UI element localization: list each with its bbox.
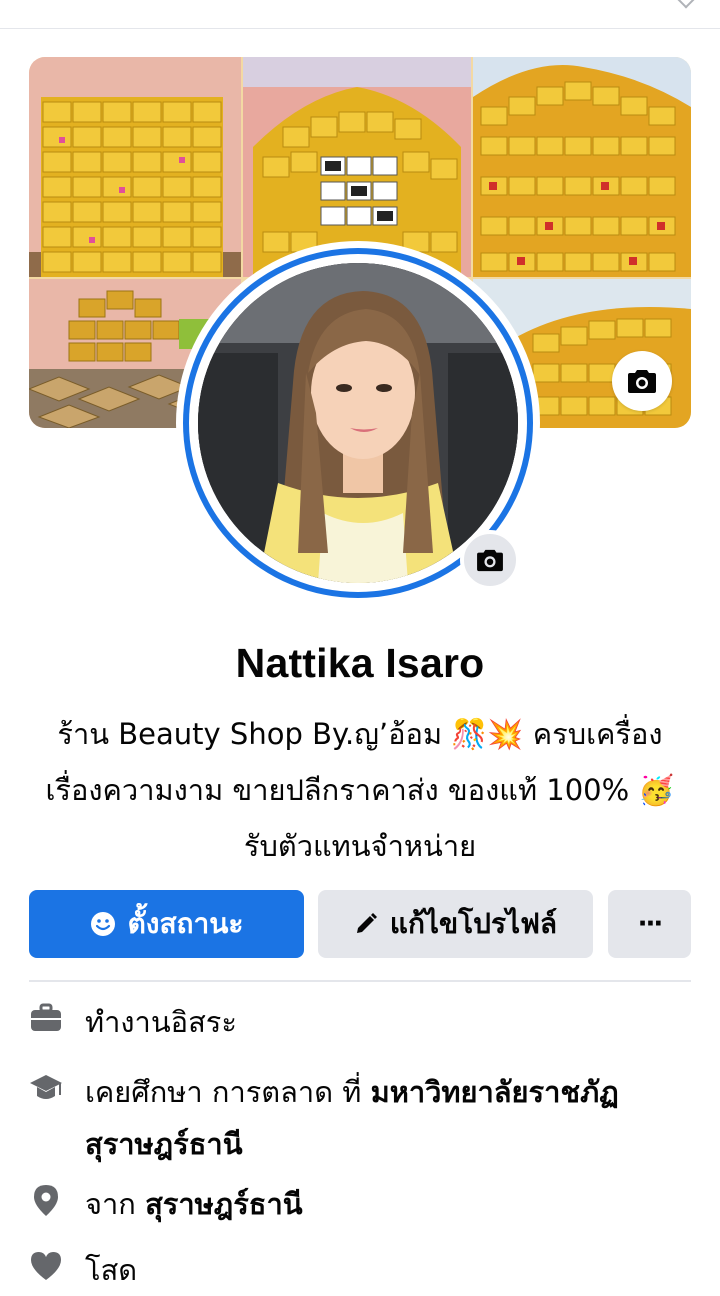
relationship-detail: โสด (29, 1244, 691, 1296)
education-prefix: เคยศึกษา การตลาด ที่ (85, 1075, 371, 1109)
map-pin-icon (34, 1185, 58, 1216)
hometown-link[interactable]: สุราษฎร์ธานี (145, 1187, 303, 1221)
pencil-icon (356, 913, 377, 933)
heart-icon (31, 1252, 61, 1280)
education-detail: เคยศึกษา การตลาด ที่ มหาวิทยาลัยราชภัฏ ส… (29, 1066, 691, 1170)
profile-name: Nattika Isaro (235, 640, 485, 686)
bio-line: เรื่องความงาม ขายปลีกราคาส่ง ของแท้ 100%… (45, 773, 675, 807)
bio-line: ร้าน Beauty Shop By.ญ’อ้อม 🎊💥 ครบเครื่อง (57, 717, 663, 751)
work-text: ทำงานอิสระ (85, 1005, 237, 1039)
more-icon: ··· (637, 909, 664, 939)
cover-photo-tile (29, 57, 241, 277)
education-school-link[interactable]: มหาวิทยาลัยราชภัฏ (371, 1075, 619, 1109)
set-status-label: ตั้งสถานะ (127, 907, 244, 940)
briefcase-icon (31, 1003, 61, 1031)
edit-profile-picture-camera-button[interactable] (460, 530, 520, 590)
chevron-icon (677, 0, 695, 9)
hometown-prefix: จาก (85, 1187, 146, 1221)
camera-icon (477, 549, 503, 572)
set-status-button[interactable]: ตั้งสถานะ (29, 890, 304, 958)
bio-line: รับตัวแทนจำหน่าย (243, 829, 477, 863)
top-bar (0, 0, 720, 29)
edit-cover-camera-button[interactable] (612, 351, 672, 411)
smiley-icon (90, 912, 115, 936)
edit-profile-label: แก้ไขโปรไฟล์ (389, 907, 558, 940)
relationship-text: โสด (85, 1253, 138, 1287)
cover-photo-tile (473, 57, 691, 277)
divider (29, 980, 691, 982)
work-detail: ทำงานอิสระ (29, 996, 691, 1048)
profile-bio: ร้าน Beauty Shop By.ญ’อ้อม 🎊💥 ครบเครื่อง… (20, 706, 700, 874)
more-options-button[interactable]: ··· (608, 890, 691, 958)
edit-profile-button[interactable]: แก้ไขโปรไฟล์ (318, 890, 593, 958)
camera-icon (628, 370, 656, 393)
graduation-cap-icon (30, 1075, 62, 1099)
education-school-link[interactable]: สุราษฎร์ธานี (85, 1127, 243, 1161)
hometown-detail: จาก สุราษฎร์ธานี (29, 1178, 691, 1230)
profile-picture[interactable] (198, 263, 518, 583)
